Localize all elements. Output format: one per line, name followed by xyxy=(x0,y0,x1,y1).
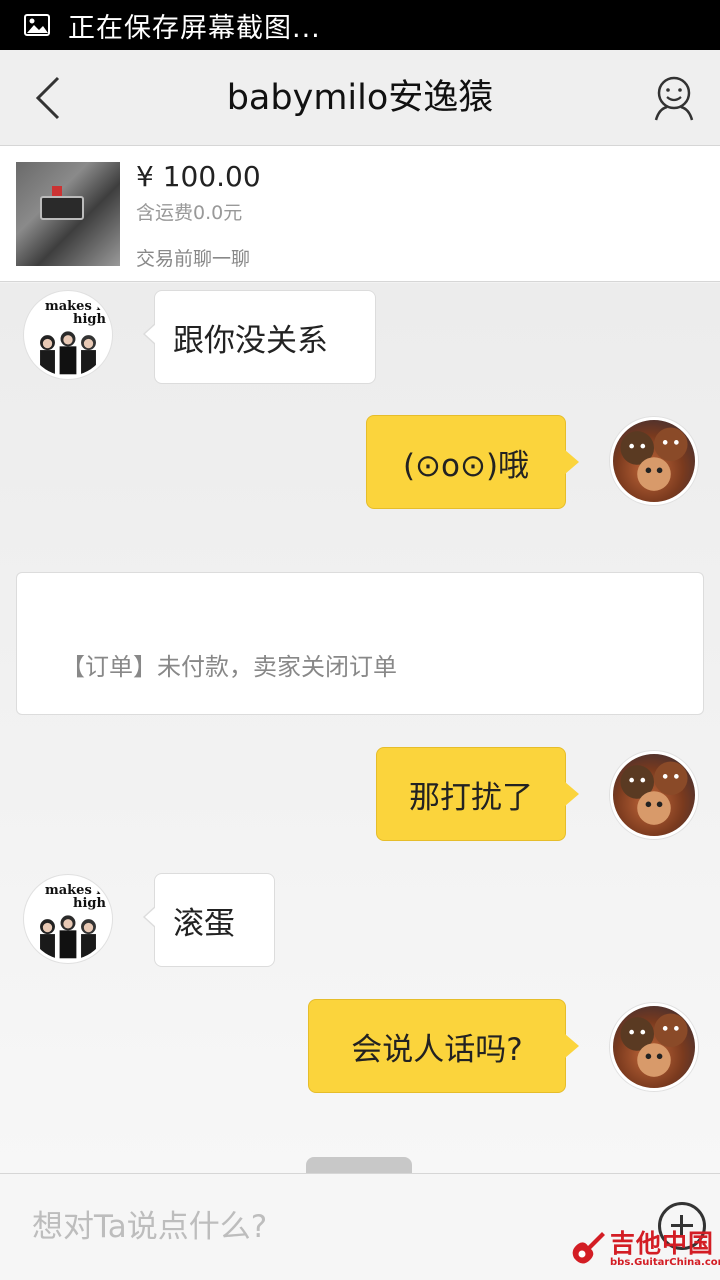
watermark-url: bbs.GuitarChina.com xyxy=(610,1257,720,1268)
product-card[interactable]: ¥ 100.00 含运费0.0元 交易前聊一聊 xyxy=(0,146,720,282)
message-input[interactable] xyxy=(32,1204,592,1250)
product-thumbnail[interactable] xyxy=(16,162,120,266)
profile-button[interactable] xyxy=(646,70,702,126)
image-icon xyxy=(24,14,50,36)
order-status-card[interactable]: 【订单】未付款，卖家关闭订单 xyxy=(16,572,704,715)
people-photo xyxy=(40,915,96,959)
watermark: 吉他中国 bbs.GuitarChina.com xyxy=(566,1224,720,1276)
status-text: 正在保存屏幕截图... xyxy=(68,12,321,44)
message-bubble-other[interactable]: 滚蛋 xyxy=(143,873,275,967)
status-bar: 正在保存屏幕截图... xyxy=(0,0,720,50)
scroll-indicator[interactable] xyxy=(306,1157,412,1173)
message-bubble-self[interactable]: (⊙o⊙)哦 xyxy=(366,415,579,509)
back-icon xyxy=(35,76,60,120)
profile-icon xyxy=(654,76,694,121)
message-bubble-other[interactable]: 跟你没关系 xyxy=(143,290,376,384)
order-status-text: 【订单】未付款，卖家关闭订单 xyxy=(61,653,397,681)
avatar-self[interactable] xyxy=(610,1003,698,1091)
avatar-other[interactable]: makes h high xyxy=(24,875,112,963)
product-shipping: 含运费0.0元 xyxy=(136,202,243,224)
bear-avatar-image xyxy=(620,427,688,491)
page-title: babymilo安逸猿 xyxy=(226,78,494,118)
back-button[interactable] xyxy=(20,70,76,126)
watermark-title: 吉他中国 xyxy=(610,1229,715,1258)
avatar-other[interactable]: makes h high xyxy=(24,291,112,379)
chat-area[interactable]: makes h high 跟你没关系 (⊙o⊙)哦 【订单】未付款，卖家关闭订单… xyxy=(0,283,720,1173)
product-price: ¥ 100.00 xyxy=(136,160,261,193)
guitar-logo-icon xyxy=(572,1232,605,1264)
bear-avatar-image xyxy=(620,1013,688,1077)
bear-avatar-image xyxy=(620,761,688,825)
message-bubble-self[interactable]: 会说人话吗? xyxy=(308,999,579,1093)
avatar-self[interactable] xyxy=(610,751,698,839)
nav-bar: babymilo安逸猿 xyxy=(0,50,720,146)
people-photo xyxy=(40,331,96,375)
avatar-self[interactable] xyxy=(610,417,698,505)
product-note: 交易前聊一聊 xyxy=(136,248,251,270)
message-bubble-self[interactable]: 那打扰了 xyxy=(376,747,579,841)
